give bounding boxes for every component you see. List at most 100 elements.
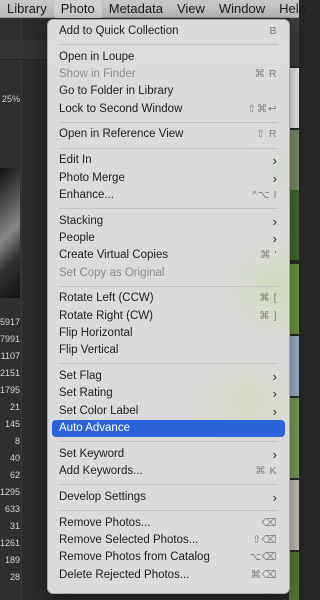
chevron-right-icon: › <box>272 403 277 419</box>
menu-item-label: Delete Rejected Photos... <box>59 568 190 581</box>
menu-item-delete-rejected-photos[interactable]: Delete Rejected Photos... ⌘⌫ <box>52 567 285 584</box>
menu-item-label: Flip Horizontal <box>59 326 133 339</box>
shortcut-label: ⌥⌫ <box>249 551 277 564</box>
shortcut-label: ⇧⌫ <box>252 533 277 546</box>
grid-thumbnail[interactable] <box>289 398 299 478</box>
menu-separator <box>52 360 285 369</box>
grid-thumbnail[interactable] <box>289 336 299 396</box>
folder-count: 1107 <box>0 351 20 361</box>
menubar-help[interactable]: Help <box>272 0 313 18</box>
menu-item-stacking[interactable]: Stacking › <box>52 213 285 230</box>
menu-item-label: Edit In <box>59 154 92 167</box>
menu-item-remove-photos-from-catalog[interactable]: Remove Photos from Catalog ⌥⌫ <box>52 549 285 566</box>
menu-item-label: Rotate Left (CCW) <box>59 292 154 305</box>
menu-item-rotate-left-ccw[interactable]: Rotate Left (CCW) ⌘ [ <box>52 290 285 307</box>
grid-thumbnail[interactable] <box>289 130 299 190</box>
menu-item-lock-to-second-window[interactable]: Lock to Second Window ⇧⌘↩ <box>52 101 285 118</box>
menu-item-label: Set Keyword <box>59 447 125 460</box>
menu-item-flip-horizontal[interactable]: Flip Horizontal <box>52 325 285 342</box>
chevron-right-icon: › <box>272 386 277 402</box>
menu-item-label: People <box>59 231 95 244</box>
menu-item-add-to-quick-collection[interactable]: Add to Quick Collection B <box>52 23 285 40</box>
shortcut-label: ⌘ [ <box>259 292 277 305</box>
menu-separator <box>52 282 285 291</box>
menu-item-label: Add to Quick Collection <box>59 25 179 37</box>
menu-item-add-keywords[interactable]: Add Keywords... ⌘ K <box>52 463 285 480</box>
shortcut-label: B <box>269 25 277 37</box>
folder-count: 8 <box>14 436 20 446</box>
chevron-right-icon: › <box>272 170 277 186</box>
shortcut-label: ⇧⌘↩ <box>247 102 277 115</box>
chevron-right-icon: › <box>272 446 277 462</box>
menu-item-label: Add Keywords... <box>59 465 143 478</box>
chevron-right-icon: › <box>272 230 277 246</box>
grid-thumbnail[interactable] <box>289 190 299 260</box>
grid-thumbnail[interactable] <box>289 552 299 600</box>
folder-count: 28 <box>9 572 20 582</box>
menu-item-flip-vertical[interactable]: Flip Vertical <box>52 342 285 359</box>
menu-item-label: Show in Finder <box>59 68 136 81</box>
menu-item-set-keyword[interactable]: Set Keyword › <box>52 446 285 463</box>
menubar-metadata[interactable]: Metadata <box>102 0 170 18</box>
menubar-photo[interactable]: Photo <box>53 0 102 18</box>
menu-item-label: Set Flag <box>59 370 102 383</box>
shortcut-label: ⌫ <box>261 516 277 529</box>
folder-count: 40 <box>9 453 20 463</box>
shortcut-label: ⌘ R <box>254 68 277 81</box>
folder-count: 145 <box>4 419 20 429</box>
chevron-right-icon: › <box>272 369 277 385</box>
menu-item-label: Set Color Label <box>59 404 139 417</box>
menu-item-open-in-reference-view[interactable]: Open in Reference View ⇧ R <box>52 126 285 143</box>
shortcut-label: ⌘ ' <box>260 249 277 262</box>
chevron-right-icon: › <box>272 489 277 505</box>
menu-item-label: Rotate Right (CW) <box>59 309 153 322</box>
menu-item-set-color-label[interactable]: Set Color Label › <box>52 403 285 420</box>
photo-thumbnail[interactable] <box>0 168 20 298</box>
menu-separator <box>52 40 285 49</box>
menu-item-label: Open in Loupe <box>59 50 135 63</box>
menu-item-label: Stacking <box>59 214 104 227</box>
folder-count: 7991 <box>0 334 21 344</box>
menu-item-label: Remove Photos... <box>59 516 151 529</box>
grid-photo-strip <box>289 18 299 600</box>
menu-item-auto-advance[interactable]: Auto Advance <box>52 419 285 438</box>
menu-item-set-rating[interactable]: Set Rating › <box>52 385 285 402</box>
folder-count: 5917 <box>0 317 21 327</box>
shortcut-label: ⇧ R <box>256 128 277 141</box>
menu-item-develop-settings[interactable]: Develop Settings › <box>52 489 285 506</box>
menu-item-label: Enhance... <box>59 188 114 201</box>
grid-thumbnail[interactable] <box>289 68 299 128</box>
menu-item-rotate-right-cw[interactable]: Rotate Right (CW) ⌘ ] <box>52 308 285 325</box>
zoom-readout: 25% <box>1 94 20 104</box>
menubar-window[interactable]: Window <box>212 0 272 18</box>
menu-item-label: Set Rating <box>59 387 113 400</box>
menu-item-enhance[interactable]: Enhance... ^⌥ I <box>52 187 285 204</box>
menu-item-go-to-folder-in-library[interactable]: Go to Folder in Library <box>52 83 285 100</box>
chevron-right-icon: › <box>272 153 277 169</box>
folder-count: 2151 <box>0 368 21 378</box>
menubar-library[interactable]: Library <box>0 0 54 18</box>
menu-separator <box>52 118 285 127</box>
grid-thumbnail[interactable] <box>289 264 299 334</box>
shortcut-label: ^⌥ I <box>252 188 277 201</box>
menu-separator <box>52 506 285 515</box>
menu-bar: Library Photo Metadata View Window Help <box>0 0 306 18</box>
menu-item-label: Create Virtual Copies <box>59 249 169 262</box>
menu-item-set-copy-as-original: Set Copy as Original <box>52 265 285 282</box>
menu-item-photo-merge[interactable]: Photo Merge › <box>52 170 285 187</box>
grid-thumbnail[interactable] <box>289 480 299 550</box>
grid-thumbnail[interactable] <box>289 18 299 66</box>
menu-item-set-flag[interactable]: Set Flag › <box>52 368 285 385</box>
shortcut-label: ⌘⌫ <box>250 568 277 581</box>
menu-item-edit-in[interactable]: Edit In › <box>52 152 285 169</box>
menu-item-remove-photos[interactable]: Remove Photos... ⌫ <box>52 515 285 532</box>
menu-item-remove-selected-photos[interactable]: Remove Selected Photos... ⇧⌫ <box>52 532 285 549</box>
shortcut-label: ⌘ ] <box>259 309 277 322</box>
menu-item-people[interactable]: People › <box>52 230 285 247</box>
menu-item-label: Lock to Second Window <box>59 102 183 115</box>
menu-item-open-in-loupe[interactable]: Open in Loupe <box>52 49 285 66</box>
menu-item-label: Set Copy as Original <box>59 266 165 279</box>
folder-count: 633 <box>4 504 20 514</box>
menu-item-create-virtual-copies[interactable]: Create Virtual Copies ⌘ ' <box>52 247 285 264</box>
menubar-view[interactable]: View <box>170 0 212 18</box>
